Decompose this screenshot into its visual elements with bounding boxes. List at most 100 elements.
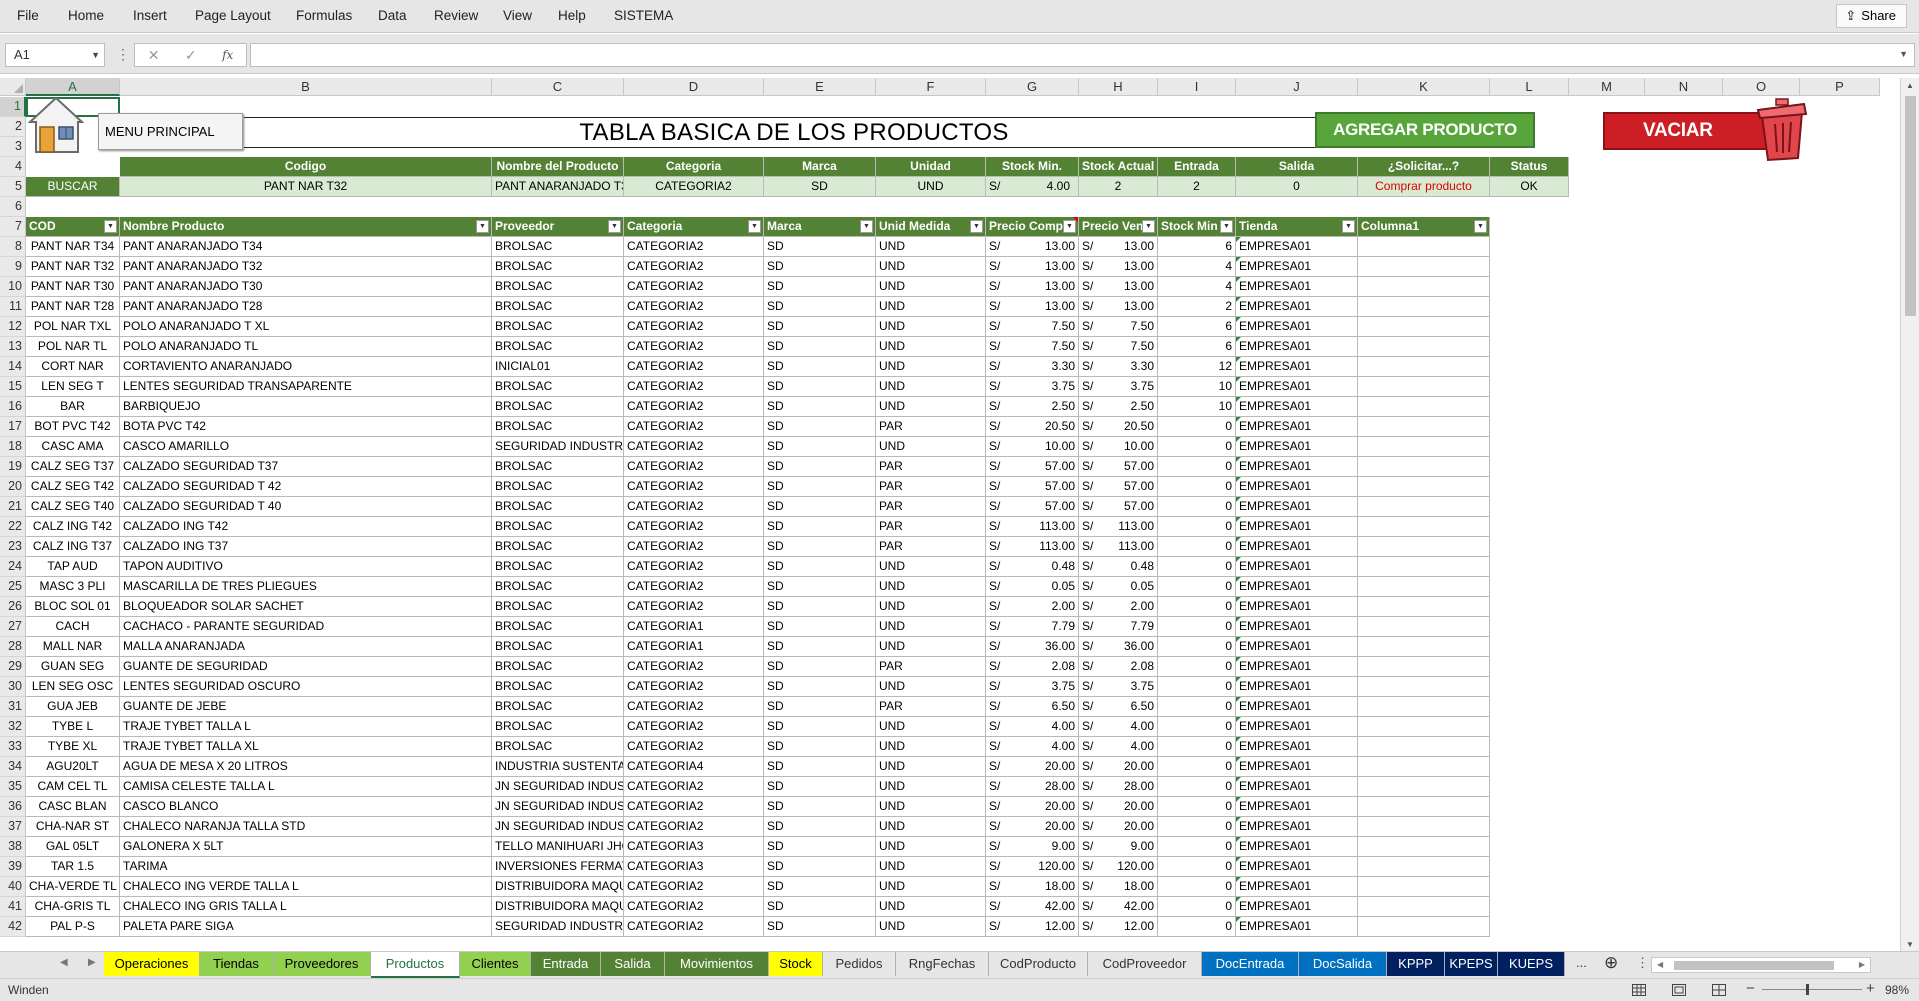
table-cell-tienda[interactable]: EMPRESA01: [1236, 657, 1358, 677]
search-header-6[interactable]: Stock Min.: [986, 157, 1079, 177]
table-header-3[interactable]: Proveedor ▼: [492, 217, 624, 237]
table-cell-stock-min[interactable]: 6: [1158, 317, 1236, 337]
table-cell-marca[interactable]: SD: [764, 857, 876, 877]
table-cell-categoria[interactable]: CATEGORIA1: [624, 617, 764, 637]
row-header-26[interactable]: 26: [0, 597, 26, 617]
table-cell-tienda[interactable]: EMPRESA01: [1236, 517, 1358, 537]
filter-dropdown-icon[interactable]: ▼: [748, 220, 761, 233]
table-cell-proveedor[interactable]: BROLSAC: [492, 337, 624, 357]
table-cell-nombre[interactable]: PANT ANARANJADO T30: [120, 277, 492, 297]
table-cell-columna1[interactable]: [1358, 677, 1490, 697]
table-cell-unidad[interactable]: PAR: [876, 457, 986, 477]
filter-dropdown-icon[interactable]: ▼: [476, 220, 489, 233]
table-cell-precio[interactable]: S/113.00: [1079, 537, 1158, 557]
search-marca-value[interactable]: SD: [764, 177, 876, 197]
table-cell-marca[interactable]: SD: [764, 377, 876, 397]
row-header-20[interactable]: 20: [0, 477, 26, 497]
table-cell-precio[interactable]: S/0.48: [986, 557, 1079, 577]
table-cell-precio[interactable]: S/7.79: [1079, 617, 1158, 637]
tab-codproducto[interactable]: CodProducto: [989, 952, 1088, 976]
row-header-36[interactable]: 36: [0, 797, 26, 817]
filter-dropdown-icon[interactable]: ▼: [860, 220, 873, 233]
row-header-16[interactable]: 16: [0, 397, 26, 417]
table-cell-precio[interactable]: S/57.00: [1079, 497, 1158, 517]
table-cell-precio[interactable]: S/13.00: [1079, 257, 1158, 277]
table-cell-cod[interactable]: CALZ ING T42: [26, 517, 120, 537]
table-cell-marca[interactable]: SD: [764, 337, 876, 357]
table-cell-precio[interactable]: S/7.50: [986, 317, 1079, 337]
table-cell-cod[interactable]: GUA JEB: [26, 697, 120, 717]
table-cell-proveedor[interactable]: INICIAL01: [492, 357, 624, 377]
select-all-corner[interactable]: [0, 78, 26, 96]
table-cell-cod[interactable]: CALZ SEG T37: [26, 457, 120, 477]
table-cell-precio[interactable]: S/20.00: [1079, 757, 1158, 777]
table-cell-cod[interactable]: PANT NAR T32: [26, 257, 120, 277]
table-cell-categoria[interactable]: CATEGORIA2: [624, 677, 764, 697]
table-cell-columna1[interactable]: [1358, 917, 1490, 937]
table-cell-nombre[interactable]: LENTES SEGURIDAD OSCURO: [120, 677, 492, 697]
table-cell-columna1[interactable]: [1358, 717, 1490, 737]
table-cell-marca[interactable]: SD: [764, 277, 876, 297]
table-cell-precio[interactable]: S/4.00: [1079, 737, 1158, 757]
table-cell-nombre[interactable]: LENTES SEGURIDAD TRANSAPARENTE: [120, 377, 492, 397]
table-cell-precio[interactable]: S/120.00: [986, 857, 1079, 877]
table-cell-columna1[interactable]: [1358, 337, 1490, 357]
search-header-9[interactable]: Salida: [1236, 157, 1358, 177]
tab-operaciones[interactable]: Operaciones: [104, 952, 200, 976]
scroll-right-icon[interactable]: ▶: [1859, 960, 1865, 969]
menu-item-insert[interactable]: Insert: [133, 8, 167, 23]
table-cell-unidad[interactable]: UND: [876, 397, 986, 417]
tab-stock[interactable]: Stock: [769, 952, 823, 976]
table-cell-nombre[interactable]: TRAJE TYBET TALLA L: [120, 717, 492, 737]
table-cell-marca[interactable]: SD: [764, 737, 876, 757]
table-cell-tienda[interactable]: EMPRESA01: [1236, 537, 1358, 557]
tab-kpeps[interactable]: KPEPS: [1445, 952, 1498, 976]
search-codigo-input[interactable]: PANT NAR T32: [120, 177, 492, 197]
row-header-41[interactable]: 41: [0, 897, 26, 917]
table-cell-precio[interactable]: S/36.00: [986, 637, 1079, 657]
table-cell-categoria[interactable]: CATEGORIA2: [624, 497, 764, 517]
table-cell-cod[interactable]: BOT PVC T42: [26, 417, 120, 437]
search-header-3[interactable]: Categoria: [624, 157, 764, 177]
table-cell-nombre[interactable]: TRAJE TYBET TALLA XL: [120, 737, 492, 757]
table-cell-stock-min[interactable]: 0: [1158, 717, 1236, 737]
scroll-down-icon[interactable]: ▼: [1906, 940, 1914, 949]
table-cell-proveedor[interactable]: TELLO MANIHUARI JHON: [492, 837, 624, 857]
tab-scroll-right-icon[interactable]: ▶: [88, 957, 96, 968]
table-cell-precio[interactable]: S/42.00: [986, 897, 1079, 917]
table-cell-precio[interactable]: S/28.00: [1079, 777, 1158, 797]
tab-productos[interactable]: Productos: [371, 952, 460, 978]
table-header-2[interactable]: Nombre Producto ▼: [120, 217, 492, 237]
table-cell-nombre[interactable]: PANT ANARANJADO T28: [120, 297, 492, 317]
table-cell-tienda[interactable]: EMPRESA01: [1236, 617, 1358, 637]
table-cell-proveedor[interactable]: BROLSAC: [492, 377, 624, 397]
table-cell-nombre[interactable]: CHALECO ING VERDE TALLA L: [120, 877, 492, 897]
table-cell-precio[interactable]: S/4.00: [986, 737, 1079, 757]
column-header-n[interactable]: N: [1645, 78, 1723, 96]
table-cell-precio[interactable]: S/113.00: [986, 537, 1079, 557]
table-cell-precio[interactable]: S/13.00: [986, 237, 1079, 257]
table-cell-nombre[interactable]: PANT ANARANJADO T32: [120, 257, 492, 277]
table-cell-cod[interactable]: LEN SEG T: [26, 377, 120, 397]
table-cell-marca[interactable]: SD: [764, 397, 876, 417]
zoom-in-icon[interactable]: +: [1866, 980, 1875, 997]
agregar-producto-button[interactable]: AGREGAR PRODUCTO: [1315, 112, 1535, 148]
table-cell-precio[interactable]: S/57.00: [986, 477, 1079, 497]
row-header-17[interactable]: 17: [0, 417, 26, 437]
table-cell-stock-min[interactable]: 0: [1158, 617, 1236, 637]
column-header-h[interactable]: H: [1079, 78, 1158, 96]
table-cell-cod[interactable]: MALL NAR: [26, 637, 120, 657]
table-cell-tienda[interactable]: EMPRESA01: [1236, 357, 1358, 377]
table-cell-categoria[interactable]: CATEGORIA2: [624, 697, 764, 717]
table-cell-proveedor[interactable]: BROLSAC: [492, 557, 624, 577]
table-cell-marca[interactable]: SD: [764, 297, 876, 317]
table-cell-columna1[interactable]: [1358, 577, 1490, 597]
table-cell-precio[interactable]: S/13.00: [986, 257, 1079, 277]
table-cell-categoria[interactable]: CATEGORIA2: [624, 597, 764, 617]
table-cell-columna1[interactable]: [1358, 397, 1490, 417]
table-cell-marca[interactable]: SD: [764, 257, 876, 277]
table-cell-nombre[interactable]: TARIMA: [120, 857, 492, 877]
table-header-6[interactable]: Unid Medida ▼: [876, 217, 986, 237]
menu-item-file[interactable]: File: [17, 8, 39, 23]
row-header-21[interactable]: 21: [0, 497, 26, 517]
